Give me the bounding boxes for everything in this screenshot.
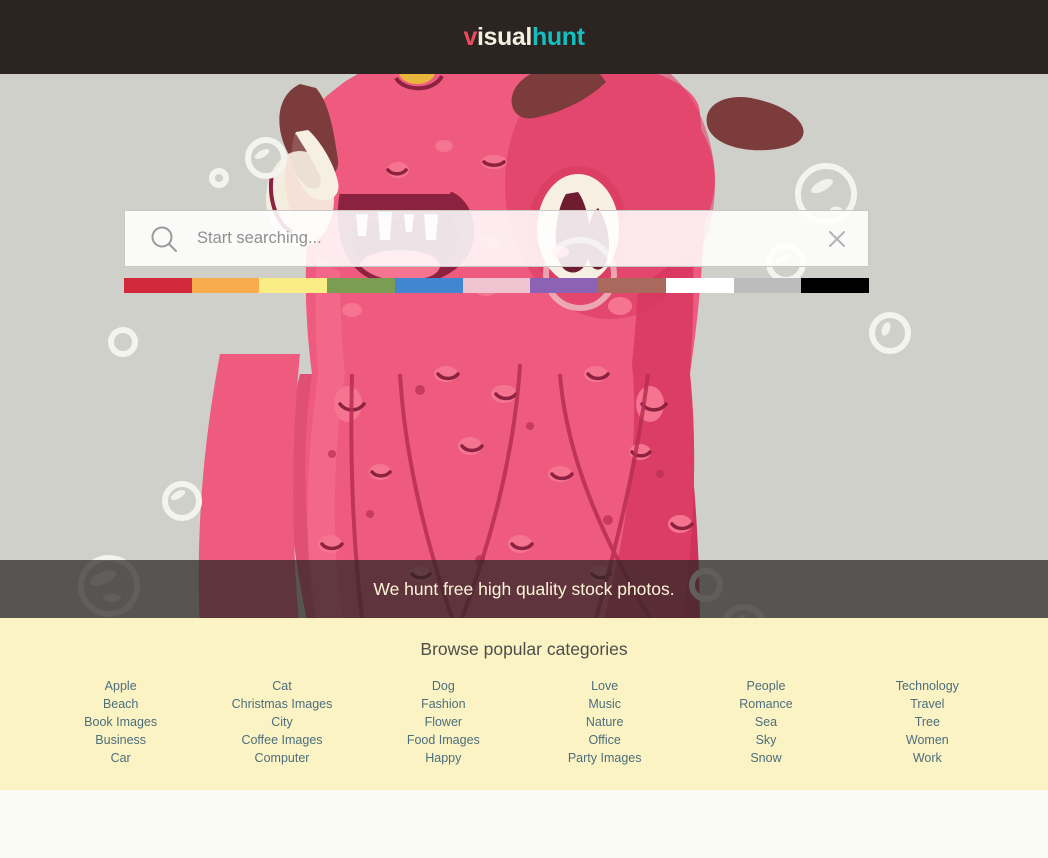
- category-link[interactable]: Christmas Images: [232, 695, 333, 713]
- category-link[interactable]: Snow: [750, 749, 781, 767]
- hero-section: We hunt free high quality stock photos.: [0, 74, 1048, 618]
- category-link[interactable]: Work: [913, 749, 942, 767]
- category-column-4: Love Music Nature Office Party Images: [524, 677, 685, 767]
- category-link[interactable]: Dog: [432, 677, 455, 695]
- monster-illustration: [0, 74, 1048, 618]
- tagline-text: We hunt free high quality stock photos.: [373, 578, 675, 599]
- category-link[interactable]: Food Images: [407, 731, 480, 749]
- swatch-orange[interactable]: [191, 278, 260, 293]
- categories-section: Browse popular categories Apple Beach Bo…: [0, 618, 1048, 790]
- swatch-pink[interactable]: [462, 278, 531, 293]
- category-link[interactable]: Cat: [272, 677, 291, 695]
- swatch-green[interactable]: [327, 278, 395, 293]
- category-column-3: Dog Fashion Flower Food Images Happy: [363, 677, 524, 767]
- category-link[interactable]: Sky: [756, 731, 777, 749]
- swatch-gray[interactable]: [733, 278, 802, 293]
- category-link[interactable]: Sea: [755, 713, 777, 731]
- search-box[interactable]: [124, 210, 869, 267]
- categories-title: Browse popular categories: [420, 639, 628, 659]
- category-link[interactable]: Technology: [896, 677, 959, 695]
- category-link[interactable]: Travel: [910, 695, 944, 713]
- swatch-brown[interactable]: [598, 278, 666, 293]
- category-link[interactable]: Women: [906, 731, 949, 749]
- category-link[interactable]: Office: [588, 731, 620, 749]
- site-header: visualhunt: [0, 0, 1048, 74]
- category-column-1: Apple Beach Book Images Business Car: [40, 677, 201, 767]
- swatch-black[interactable]: [801, 278, 870, 293]
- logo-part-isual: isual: [476, 22, 532, 51]
- tagline-bar: We hunt free high quality stock photos.: [0, 560, 1048, 618]
- category-link[interactable]: City: [271, 713, 293, 731]
- search-area: [124, 210, 870, 293]
- color-filter-swatches: [124, 278, 870, 293]
- categories-grid: Apple Beach Book Images Business Car Cat…: [0, 677, 1048, 767]
- swatch-white[interactable]: [665, 278, 734, 293]
- search-input[interactable]: [179, 229, 820, 248]
- category-link[interactable]: Coffee Images: [241, 731, 322, 749]
- swatch-purple[interactable]: [530, 278, 599, 293]
- category-column-6: Technology Travel Tree Women Work: [847, 677, 1008, 767]
- category-link[interactable]: Party Images: [568, 749, 642, 767]
- category-link[interactable]: Book Images: [84, 713, 157, 731]
- swatch-yellow[interactable]: [259, 278, 328, 293]
- category-link[interactable]: Flower: [425, 713, 463, 731]
- footer-strip: [0, 790, 1048, 804]
- category-link[interactable]: Love: [591, 677, 618, 695]
- category-link[interactable]: Car: [111, 749, 131, 767]
- category-link[interactable]: Fashion: [421, 695, 465, 713]
- site-logo[interactable]: visualhunt: [463, 23, 584, 52]
- logo-part-hunt: hunt: [531, 22, 585, 51]
- category-link[interactable]: Romance: [739, 695, 793, 713]
- category-link[interactable]: People: [747, 677, 786, 695]
- category-link[interactable]: Computer: [255, 749, 310, 767]
- category-link[interactable]: Business: [95, 731, 146, 749]
- close-icon[interactable]: [820, 228, 854, 250]
- category-link[interactable]: Nature: [586, 713, 624, 731]
- logo-part-v: v: [463, 22, 477, 51]
- category-link[interactable]: Tree: [915, 713, 940, 731]
- category-link[interactable]: Apple: [105, 677, 137, 695]
- category-link[interactable]: Happy: [425, 749, 461, 767]
- swatch-red[interactable]: [124, 278, 192, 293]
- category-column-5: People Romance Sea Sky Snow: [685, 677, 846, 767]
- category-link[interactable]: Beach: [103, 695, 138, 713]
- search-icon: [149, 224, 179, 254]
- category-link[interactable]: Music: [588, 695, 621, 713]
- swatch-blue[interactable]: [394, 278, 463, 293]
- category-column-2: Cat Christmas Images City Coffee Images …: [201, 677, 362, 767]
